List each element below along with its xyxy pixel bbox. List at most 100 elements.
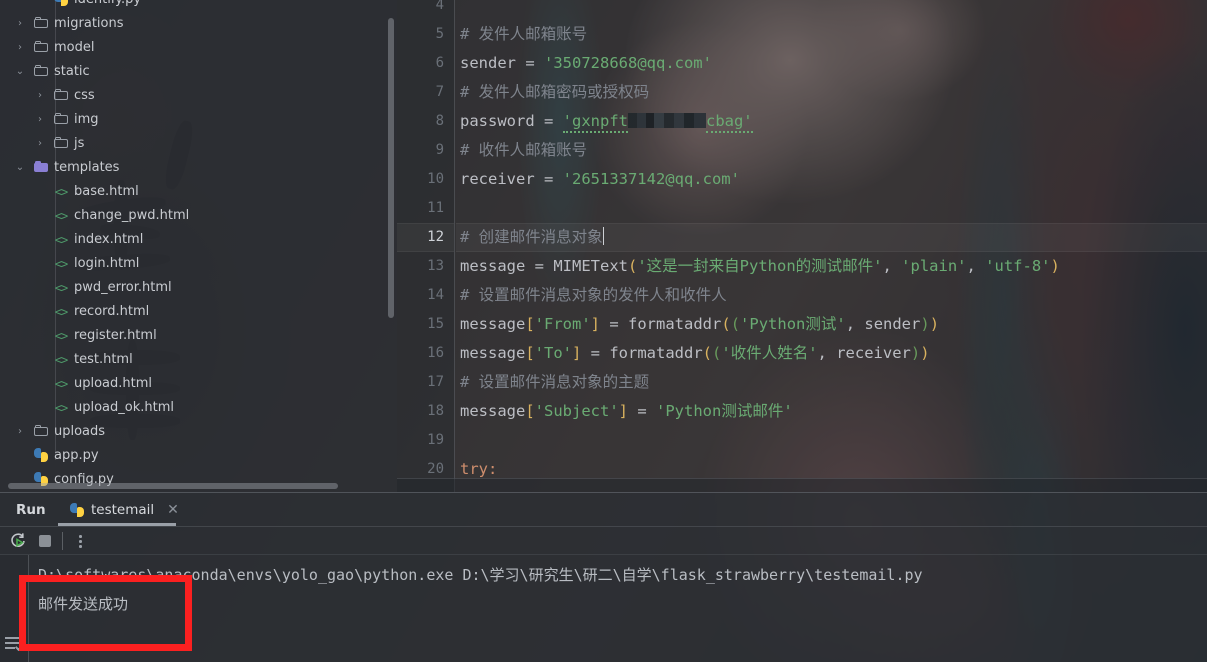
tree-item-test-html[interactable]: <> test.html <box>0 348 397 372</box>
token-br: ] <box>618 402 629 420</box>
tree-item-img[interactable]: › img <box>0 108 397 132</box>
line-number: 15 <box>427 316 444 332</box>
tree-item-change-pwd-html[interactable]: <> change_pwd.html <box>0 204 397 228</box>
tree-item-base-html[interactable]: <> base.html <box>0 180 397 204</box>
chevron-down-icon[interactable]: ⌄ <box>14 156 26 180</box>
tree-item-pwd-error-html[interactable]: <> pwd_error.html <box>0 276 397 300</box>
code-line[interactable]: # 设置邮件消息对象的主题 <box>460 368 649 397</box>
code-line[interactable]: message['Subject'] = 'Python测试邮件' <box>460 397 793 426</box>
html-file-icon: <> <box>54 233 68 247</box>
chevron-right-icon[interactable]: › <box>14 420 26 444</box>
folder-icon <box>52 84 70 108</box>
tree-item-static[interactable]: ⌄ static <box>0 60 397 84</box>
tree-item-uploads[interactable]: › uploads <box>0 420 397 444</box>
token-op: = <box>534 112 563 130</box>
tree-item-record-html[interactable]: <> record.html <box>0 300 397 324</box>
token-br: [ <box>525 315 535 333</box>
editor-code-area[interactable]: # 发件人邮箱账号 sender = '350728668@qq.com' # 发件… <box>456 0 1207 492</box>
token-id: message <box>460 402 526 420</box>
code-line[interactable]: message = MIMEText('这是一封来自Python的测试邮件', … <box>460 252 1060 281</box>
tree-item-migrations[interactable]: › migrations <box>0 12 397 36</box>
tree-item-register-html[interactable]: <> register.html <box>0 324 397 348</box>
tree-item-css[interactable]: › css <box>0 84 397 108</box>
run-tab-bar: Run testemail ✕ <box>0 493 1207 527</box>
code-line[interactable]: # 创建邮件消息对象 <box>460 223 605 252</box>
token-id: message <box>460 344 526 362</box>
html-file-icon: <> <box>54 353 68 367</box>
tree-item-app-py[interactable]: app.py <box>0 444 397 468</box>
code-line[interactable]: # 发件人邮箱账号 <box>460 20 587 49</box>
run-tab-testemail[interactable]: testemail ✕ <box>64 493 185 527</box>
code-line[interactable]: # 收件人邮箱账号 <box>460 136 587 165</box>
console-line: D:\softwares\anaconda\envs\yolo_gao\pyth… <box>38 566 923 584</box>
chevron-right-icon[interactable]: › <box>14 36 26 60</box>
line-number: 8 <box>435 113 444 129</box>
console-output[interactable]: D:\softwares\anaconda\envs\yolo_gao\pyth… <box>38 561 1207 662</box>
run-tab-label: testemail <box>91 502 155 518</box>
html-file-icon: <> <box>54 257 68 271</box>
folder-icon <box>32 12 50 36</box>
rerun-icon[interactable] <box>8 531 28 551</box>
tree-item-label: test.html <box>74 352 133 367</box>
token-str: 'Subject' <box>534 402 619 420</box>
token-br: [ <box>525 344 535 362</box>
tree-item-index-html[interactable]: <> index.html <box>0 228 397 252</box>
tree-item-label: css <box>74 88 95 103</box>
code-line[interactable]: # 发件人邮箱密码或授权码 <box>460 78 649 107</box>
html-file-icon: <> <box>54 209 68 223</box>
code-line[interactable]: message['To'] = formataddr(('收件人姓名', rec… <box>460 339 930 368</box>
chevron-right-icon[interactable]: › <box>34 132 46 156</box>
code-line[interactable]: message['From'] = formataddr(('Python测试'… <box>460 310 939 339</box>
line-number: 19 <box>427 432 444 448</box>
token-br: ] <box>572 344 582 362</box>
token-comment: # 收件人邮箱账号 <box>460 141 588 159</box>
tree-item-identify-py[interactable]: identify.py <box>0 0 397 12</box>
line-number: 6 <box>435 55 444 71</box>
run-console[interactable]: D:\softwares\anaconda\envs\yolo_gao\pyth… <box>0 555 1207 662</box>
tree-item-templates[interactable]: ⌄ templates <box>0 156 397 180</box>
folder-icon <box>32 60 50 84</box>
code-editor[interactable]: 4 5 6 7 8 9 10 11 12 13 14 15 16 17 18 19 20 # 发件人邮箱账号 se… <box>397 0 1207 492</box>
token-br: ) <box>929 315 940 333</box>
token-op: , <box>966 257 986 275</box>
token-br2: ) <box>920 315 930 333</box>
more-icon[interactable] <box>70 531 90 551</box>
token-op: , <box>882 257 902 275</box>
tree-item-label: pwd_error.html <box>74 280 172 295</box>
token-str: '2651337142@qq.com' <box>562 170 740 188</box>
tree-item-model[interactable]: › model <box>0 36 397 60</box>
code-line[interactable]: password = 'gxnpft cbag' <box>460 107 753 136</box>
tree-item-upload-ok-html[interactable]: <> upload_ok.html <box>0 396 397 420</box>
project-tree-panel[interactable]: identify.py›migrations›model⌄static›css›… <box>0 0 397 492</box>
token-str: 'To' <box>534 344 572 362</box>
tree-item-label: uploads <box>54 424 106 439</box>
chevron-right-icon[interactable]: › <box>34 84 46 108</box>
code-line[interactable]: # 设置邮件消息对象的发件人和收件人 <box>460 281 727 310</box>
tree-item-login-html[interactable]: <> login.html <box>0 252 397 276</box>
token-str: '这是一封来自Python的测试邮件' <box>637 257 883 275</box>
chevron-right-icon[interactable]: › <box>34 108 46 132</box>
chevron-right-icon[interactable]: › <box>14 12 26 36</box>
tree-item-label: img <box>74 112 99 127</box>
chevron-down-icon[interactable]: ⌄ <box>14 60 26 84</box>
folder-icon <box>52 132 70 156</box>
stop-icon[interactable] <box>36 531 56 551</box>
token-str: 'utf-8' <box>985 257 1051 275</box>
token-op: , <box>817 344 837 362</box>
tree-item-js[interactable]: › js <box>0 132 397 156</box>
code-line[interactable]: receiver = '2651337142@qq.com' <box>460 165 740 194</box>
project-tree-horizontal-scrollbar[interactable] <box>8 483 338 489</box>
token-br: ( <box>627 257 638 275</box>
token-id: message <box>460 257 526 275</box>
close-icon[interactable]: ✕ <box>167 493 179 527</box>
tree-item-label: static <box>54 64 90 79</box>
console-gutter <box>0 555 28 662</box>
code-line[interactable]: sender = '350728668@qq.com' <box>460 49 712 78</box>
project-tree-vertical-scrollbar[interactable] <box>388 18 394 318</box>
editor-bottom-edge <box>397 478 1207 492</box>
tree-item-upload-html[interactable]: <> upload.html <box>0 372 397 396</box>
token-comment: # 发件人邮箱账号 <box>460 25 588 43</box>
console-line: 邮件发送成功 <box>38 595 129 613</box>
editor-gutter[interactable]: 4 5 6 7 8 9 10 11 12 13 14 15 16 17 18 19 20 <box>397 0 455 492</box>
soft-wrap-icon[interactable] <box>5 636 23 652</box>
